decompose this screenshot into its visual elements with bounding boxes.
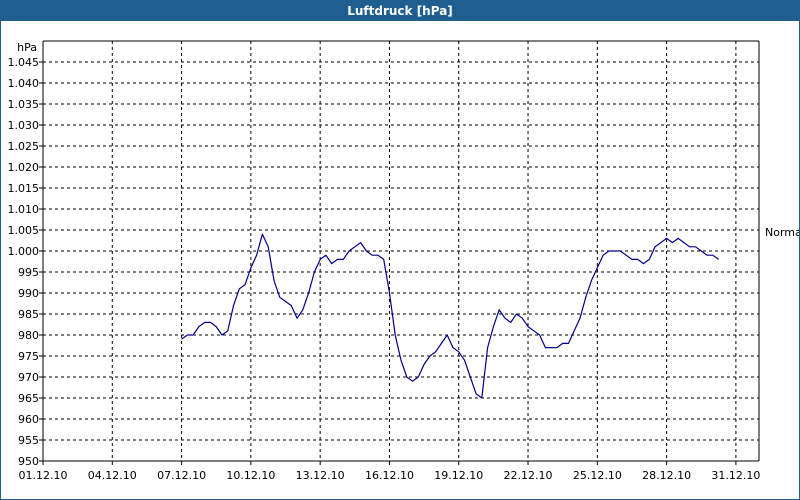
x-tick-label: 19.12.10: [434, 469, 483, 482]
x-tick-label: 01.12.10: [19, 469, 68, 482]
y-tick-label: 1.025: [8, 140, 40, 153]
y-tick-label: 1.015: [8, 182, 40, 195]
y-tick-label: 970: [18, 371, 39, 384]
y-tick-label: 995: [18, 266, 39, 279]
x-tick-label: 31.12.10: [711, 469, 760, 482]
y-tick-label: 1.005: [8, 224, 40, 237]
y-tick-label: 965: [18, 392, 39, 405]
normal-reference-label: Normal: [765, 226, 799, 239]
y-tick-label: 1.010: [8, 203, 40, 216]
series: [181, 233, 719, 399]
y-tick-label: 1.040: [8, 77, 40, 90]
x-tick-label: 16.12.10: [365, 469, 414, 482]
x-tick-label: 13.12.10: [296, 469, 345, 482]
y-tick-label: 955: [18, 434, 39, 447]
y-axis-unit: hPa: [17, 41, 37, 54]
y-tick-label: 1.035: [8, 98, 40, 111]
y-tick-label: 1.000: [8, 245, 40, 258]
grid: [39, 41, 759, 465]
y-tick-label: 975: [18, 350, 39, 363]
y-tick-label: 1.020: [8, 161, 40, 174]
y-tick-label: 980: [18, 329, 39, 342]
x-tick-labels: 01.12.10 04.12.10 07.12.10 10.12.10 13.12.10…: [19, 469, 761, 482]
y-tick-label: 1.045: [8, 56, 40, 69]
x-tick-label: 04.12.10: [88, 469, 137, 482]
series-line: [181, 233, 719, 399]
chart-svg: 950 955 960 965 970 975 980 985 990 995 1.000 1.005…: [8, 40, 799, 482]
y-tick-labels: 950 955 960 965 970 975 980 985 990 995 1.000 1.005…: [8, 56, 40, 468]
y-tick-label: 1.030: [8, 119, 40, 132]
y-tick-label: 960: [18, 413, 39, 426]
chart-window: Luftdruck [hPa] 950 955 960 965 970 975 980 985…: [0, 0, 800, 500]
y-tick-label: 985: [18, 308, 39, 321]
x-tick-label: 07.12.10: [157, 469, 206, 482]
y-tick-label: 990: [18, 287, 39, 300]
x-tick-label: 25.12.10: [573, 469, 622, 482]
x-tick-label: 22.12.10: [504, 469, 553, 482]
x-tick-label: 10.12.10: [226, 469, 275, 482]
x-tick-label: 28.12.10: [642, 469, 691, 482]
y-tick-label: 950: [18, 455, 39, 468]
